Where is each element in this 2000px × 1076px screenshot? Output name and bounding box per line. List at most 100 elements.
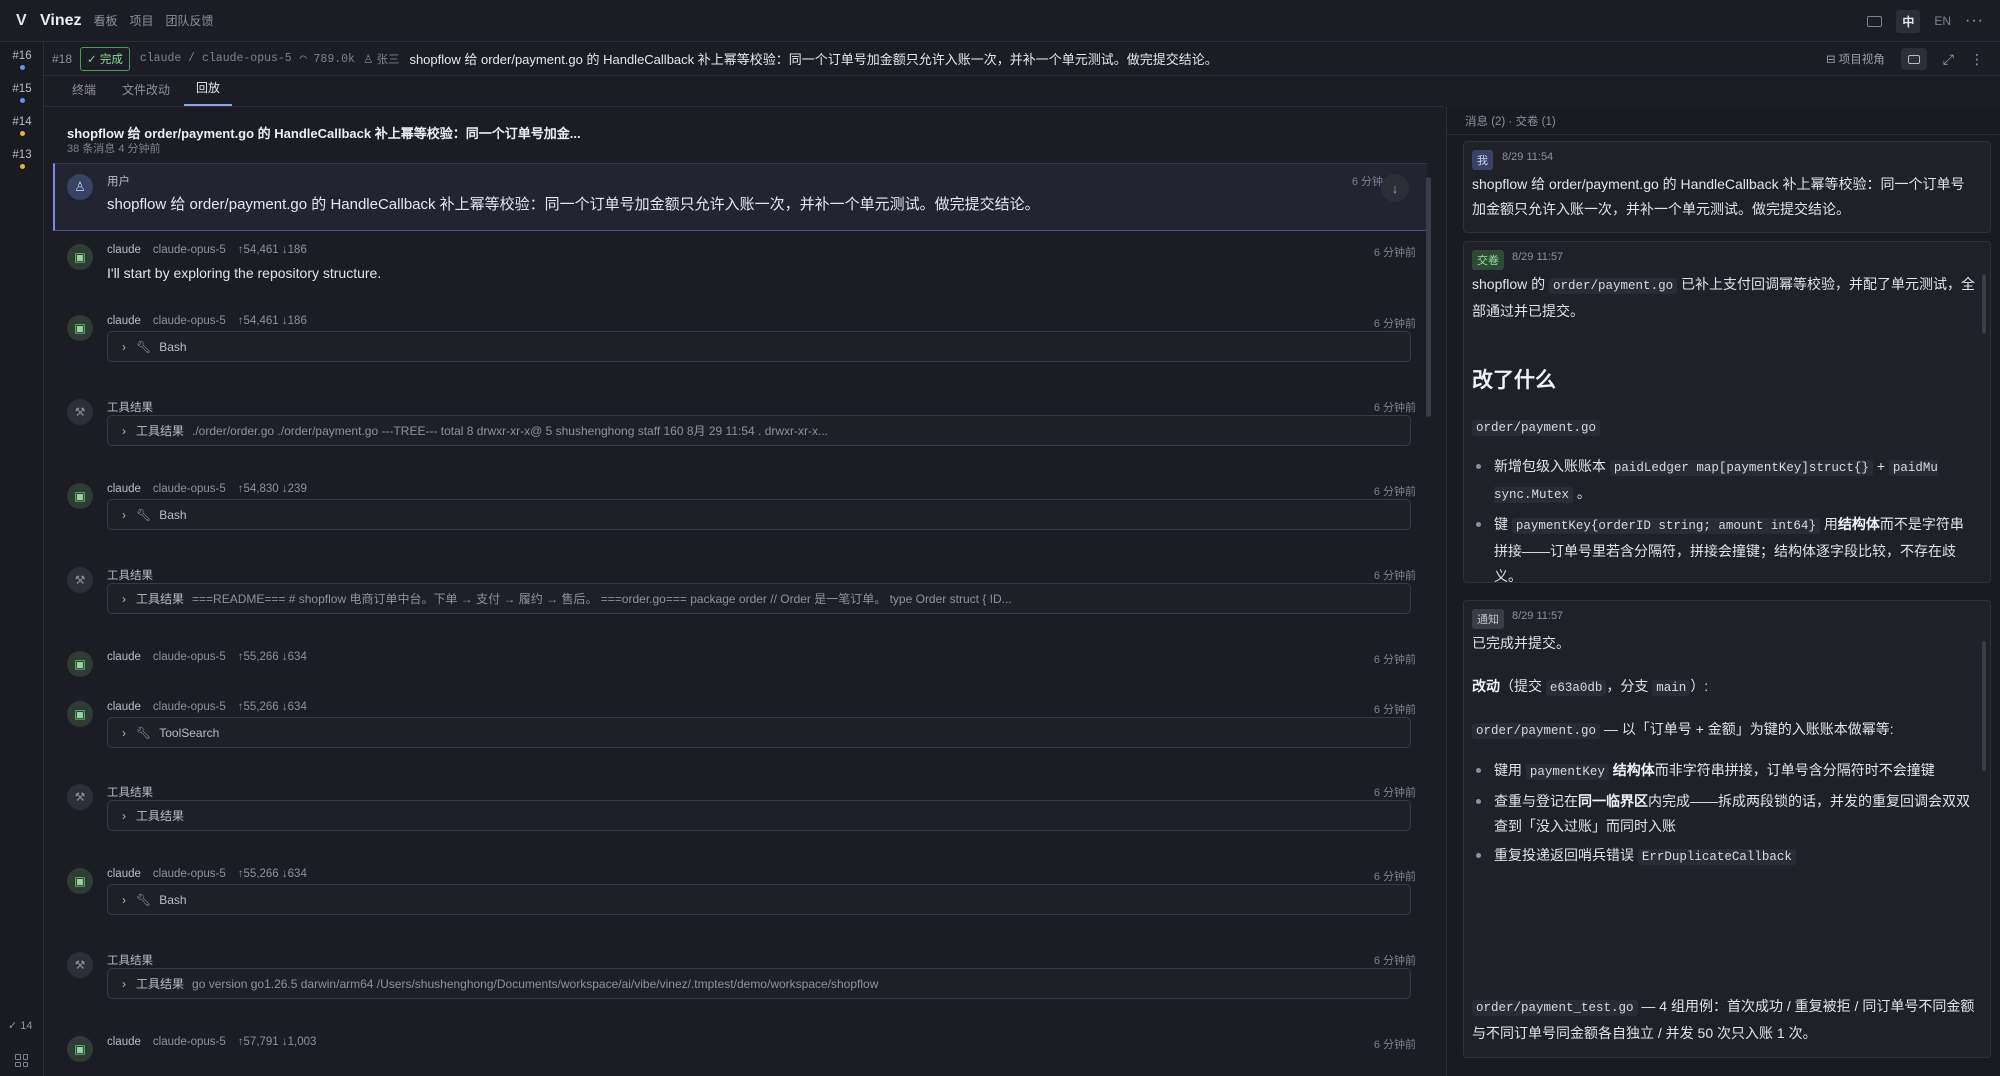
text-run: 而非字符串拼接，订单号含分隔符时不会撞键 [1654,762,1935,778]
more-icon[interactable]: ··· [1965,12,1984,30]
message-paragraph: order/payment.go [1472,414,1978,441]
tab-file-changes[interactable]: 文件改动 [110,81,182,106]
wrench-icon: 🔧︎ [136,507,152,522]
message-text: shopflow 给 order/payment.go 的 HandleCall… [1472,176,1965,217]
tool-call-row[interactable]: › 🔧︎ ToolSearch [107,717,1411,748]
tool-name: Bash [159,507,187,522]
message-time: 6 分钟 [1351,176,1383,188]
tool-call-row[interactable]: › 🔧︎ Bash [107,331,1411,362]
message-model: claude-opus-5 [152,868,226,880]
message-header: 工具结果 [107,784,153,800]
inline-code: order/payment.go [1472,723,1601,739]
tool-result-row[interactable]: › 工具结果 ./order/order.go ./order/payment.… [107,415,1411,446]
rail-item-14[interactable]: #14 [0,116,44,136]
tool-result-preview: go version go1.26.5 darwin/arm64 /Users/… [192,976,879,991]
done-count[interactable]: ✓ 14 [8,1019,33,1032]
bot-avatar-icon: ▣ [67,315,93,341]
text-run: shopflow 的 [1472,276,1550,292]
chevron-right-icon: › [122,507,126,522]
nav-team-feedback[interactable]: 团队反馈 [166,12,214,29]
lang-zh-button[interactable]: 中 [1896,9,1921,33]
inline-code: main [1652,680,1691,696]
list-item: 重复投递返回哨兵错误 ErrDuplicateCallback [1476,843,1976,870]
message-tokens: ↑54,461 ↓186 [237,315,307,327]
rail-item-16[interactable]: #16 [0,50,44,70]
logo-icon: V [16,11,27,29]
rail-item-15[interactable]: #15 [0,83,44,103]
message-author: claude [107,651,141,663]
rail-item-number: #14 [12,116,32,128]
message-paragraph: 已完成并提交。 [1472,635,1570,651]
message-paragraph: order/payment.go — 以「订单号 + 金额」为键的入账账本做幂等… [1472,717,1978,744]
user-message: ♙ 用户 6 分钟 shopflow 给 order/payment.go 的 … [53,163,1427,231]
scroll-down-button[interactable]: ↓ [1381,174,1409,202]
text-run: 新增包级入账账本 [1494,458,1610,474]
message-tokens: ↑55,266 ↓634 [237,651,307,663]
message-header: claude claude-opus-5 ↑57,791 ↓1,003 [107,1036,316,1048]
message-time: 6 分钟前 [1373,787,1416,799]
tool-result-row[interactable]: › 工具结果 go version go1.26.5 darwin/arm64 … [107,968,1411,999]
text-run: 键用 [1494,762,1526,778]
message-author: claude [107,1036,141,1048]
agent-path: claude / claude-opus-5 [139,52,292,65]
inline-code: paidLedger map[paymentKey]struct{} [1609,460,1873,476]
message-time: 6 分钟前 [1373,318,1416,330]
message-tokens: ↑54,830 ↓239 [237,483,307,495]
project-view-button[interactable]: ⊟ 项目视角 [1826,51,1885,67]
bot-avatar-icon: ▣ [67,244,93,270]
scrollbar[interactable] [1982,274,1986,334]
wrench-icon: ⚒ [67,952,93,978]
tool-call-row[interactable]: › 🔧︎ Bash [107,884,1411,915]
list-item: ▣ claude claude-opus-5 ↑55,266 ↓634 6 分钟… [53,651,1421,681]
message-author: claude [107,315,141,327]
text-run: + [1872,458,1889,474]
chat-icon [1907,54,1920,64]
text-run: （提交 [1500,678,1546,694]
status-badge: ✓ 完成 [80,46,130,71]
text-run: 。 [1573,485,1591,501]
message-header: claude claude-opus-5 ↑55,266 ↓634 [107,701,307,713]
text-run: 重复投递返回哨兵错误 [1494,847,1638,863]
tab-replay[interactable]: 回放 [184,79,233,106]
message-author: 工具结果 [107,402,153,414]
message-model: claude-opus-5 [152,483,226,495]
message-author: 工具结果 [107,570,153,582]
scrollbar[interactable] [1426,177,1431,417]
chat-toggle-button[interactable] [1900,48,1927,70]
message-tag: 交卷 [1472,250,1504,270]
message-header: claude claude-opus-5 ↑54,461 ↓186 [107,315,307,327]
message-time: 6 分钟前 [1373,955,1416,967]
list-item: ⚒ 工具结果 6 分钟前 › 工具结果 go version go1.26.5 … [53,952,1421,1012]
expand-icon[interactable]: ⤢ [1943,51,1954,68]
inline-code: order/payment.go [1472,420,1601,436]
tool-name: ToolSearch [159,725,220,740]
more-vertical-icon[interactable]: ⋮ [1970,51,1984,68]
lang-en-button[interactable]: EN [1934,14,1951,28]
bot-avatar-icon: ▣ [67,1036,93,1062]
keyboard-icon[interactable] [1867,15,1883,27]
list-item: 键用 paymentKey 结构体而非字符串拼接，订单号含分隔符时不会撞键 [1476,758,1976,785]
nav-projects[interactable]: 项目 [130,12,154,29]
scrollbar[interactable] [1982,641,1986,771]
inline-code: paymentKey{orderID string; amount int64} [1511,518,1820,534]
message-text: shopflow 给 order/payment.go 的 HandleCall… [107,196,1040,213]
message-header: claude claude-opus-5 ↑55,266 ↓634 [107,868,307,880]
message-header: claude claude-opus-5 ↑54,461 ↓186 [107,244,307,256]
bold-text: 同一临界区 [1578,793,1648,809]
tool-result-row[interactable]: › 工具结果 ===README=== # shopflow 电商订单中台。下单… [107,583,1411,614]
message-paragraph: 改动（提交 e63a0db ，分支 main）: [1472,674,1978,701]
tab-terminal[interactable]: 终端 [60,81,108,106]
wrench-icon: ⚒ [67,399,93,425]
conversation-meta: 38 条消息 4 分钟前 [67,143,161,155]
tool-call-row[interactable]: › 🔧︎ Bash [107,499,1411,530]
grid-icon[interactable] [15,1054,28,1067]
wrench-icon: 🔧︎ [136,339,152,354]
tool-result-row[interactable]: › 工具结果 [107,800,1411,831]
message-time: 6 分钟前 [1373,704,1416,716]
rail-item-13[interactable]: #13 [0,149,44,169]
app-name[interactable]: Vinez [40,12,82,30]
nav-board[interactable]: 看板 [94,12,118,29]
list-item: ▣ claude claude-opus-5 ↑55,266 ↓634 6 分钟… [53,868,1421,928]
message-time: 6 分钟前 [1373,486,1416,498]
message-header: claude claude-opus-5 ↑54,830 ↓239 [107,483,307,495]
